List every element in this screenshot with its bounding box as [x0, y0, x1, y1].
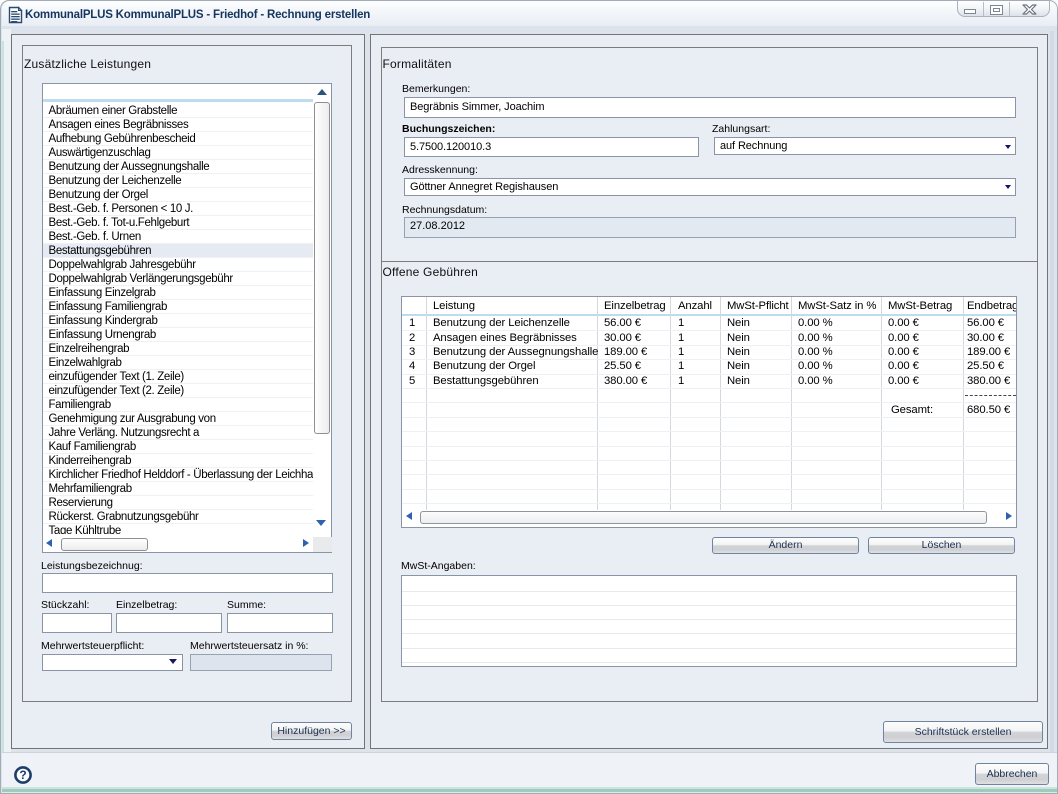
svg-text:?: ? — [19, 768, 26, 782]
